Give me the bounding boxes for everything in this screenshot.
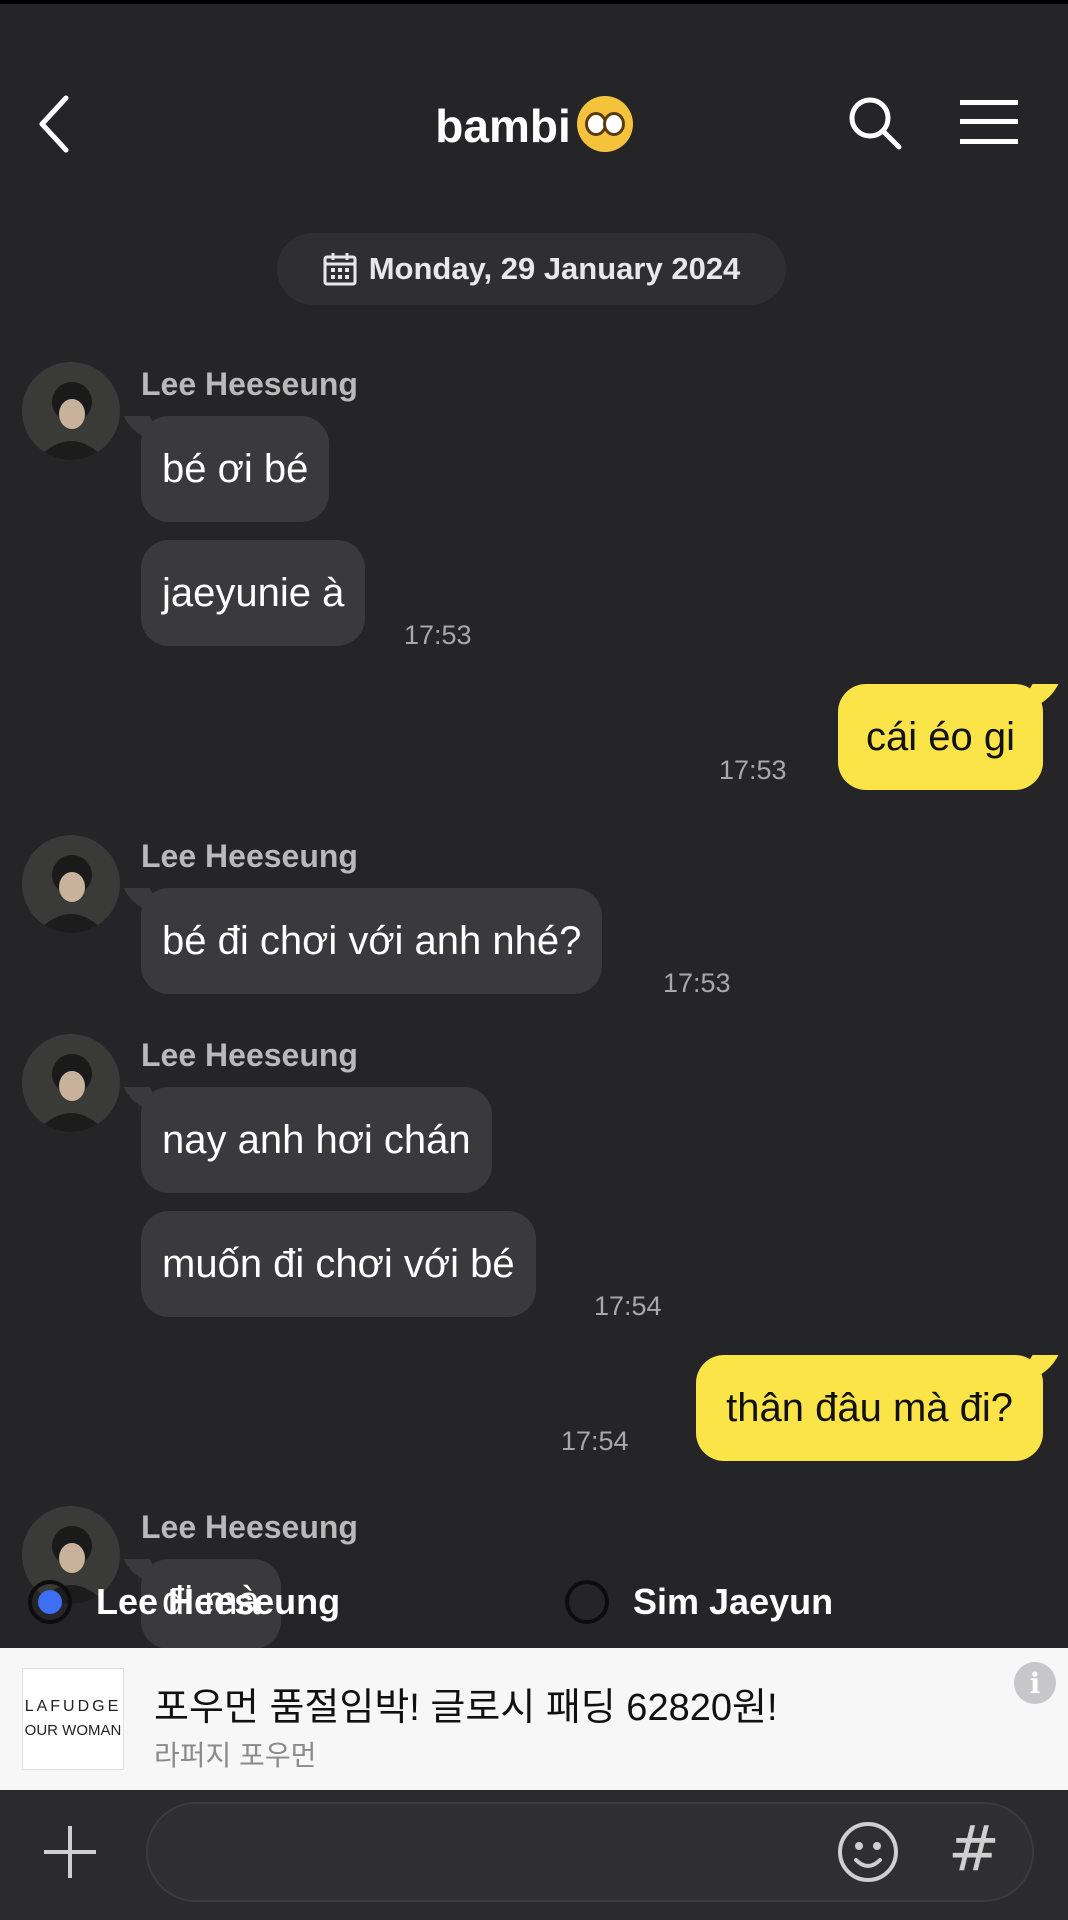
avatar[interactable] xyxy=(22,835,120,933)
message-time: 17:54 xyxy=(561,1426,629,1456)
message-bubble[interactable]: bé ơi bé xyxy=(141,416,330,522)
ad-logo: LAFUDGE OUR WOMAN xyxy=(22,1668,124,1770)
message-bubble[interactable]: bé đi chơi với anh nhé? xyxy=(141,888,603,994)
avatar[interactable] xyxy=(22,1034,120,1132)
hashtag-icon[interactable]: # xyxy=(948,1812,1000,1885)
sender-name: Lee Heeseung xyxy=(141,1037,358,1073)
menu-icon[interactable] xyxy=(960,100,1018,144)
chat-title: bambi xyxy=(0,96,1068,153)
message-time: 17:53 xyxy=(719,755,787,785)
message-bubble[interactable]: muốn đi chơi với bé xyxy=(141,1211,536,1317)
top-edge xyxy=(0,0,1068,4)
search-icon[interactable] xyxy=(846,94,904,152)
own-message-bubble[interactable]: thân đâu mà đi? xyxy=(696,1355,1043,1461)
sender-name: Lee Heeseung xyxy=(141,1509,358,1545)
info-icon[interactable]: i xyxy=(1014,1662,1056,1704)
sender-name: Lee Heeseung xyxy=(141,838,358,874)
poll-option-sim-jaeyun[interactable]: Sim Jaeyun xyxy=(565,1580,833,1624)
date-text: Monday, 29 January 2024 xyxy=(368,251,741,286)
message-bubble[interactable]: jaeyunie à xyxy=(141,540,366,646)
ad-logo-line1: LAFUDGE xyxy=(24,1698,122,1715)
sender-name: Lee Heeseung xyxy=(141,366,358,402)
message-time: 17:53 xyxy=(404,620,472,650)
plus-icon[interactable] xyxy=(40,1822,100,1882)
message-input[interactable] xyxy=(146,1802,1034,1902)
message-time: 17:54 xyxy=(594,1291,662,1321)
message-time: 17:53 xyxy=(663,968,731,998)
pleading-face-emoji-icon xyxy=(576,96,633,152)
chat-title-text: bambi xyxy=(435,100,571,152)
own-message-bubble[interactable]: cái éo gi xyxy=(838,684,1043,790)
poll-option-label: Sim Jaeyun xyxy=(633,1581,834,1622)
ad-banner[interactable]: LAFUDGE OUR WOMAN 포우먼 품절임박! 글로시 패딩 62820… xyxy=(0,1648,1068,1790)
poll-option-label: Lee Heeseung xyxy=(96,1581,341,1622)
emoji-icon[interactable] xyxy=(836,1820,900,1884)
calendar-icon xyxy=(323,253,357,286)
radio-selected-icon[interactable] xyxy=(28,1580,72,1624)
ad-logo-line2: OUR WOMAN xyxy=(24,1722,122,1739)
avatar[interactable] xyxy=(22,362,120,460)
ad-subtitle: 라퍼지 포우먼 xyxy=(154,1740,317,1771)
radio-unselected-icon[interactable] xyxy=(565,1580,609,1624)
ad-title: 포우먼 품절임박! 글로시 패딩 62820원! xyxy=(154,1687,778,1729)
date-separator: Monday, 29 January 2024 xyxy=(277,233,786,305)
poll-option-lee-heeseung[interactable]: Lee Heeseung xyxy=(28,1580,340,1624)
message-bubble[interactable]: nay anh hơi chán xyxy=(141,1087,492,1193)
